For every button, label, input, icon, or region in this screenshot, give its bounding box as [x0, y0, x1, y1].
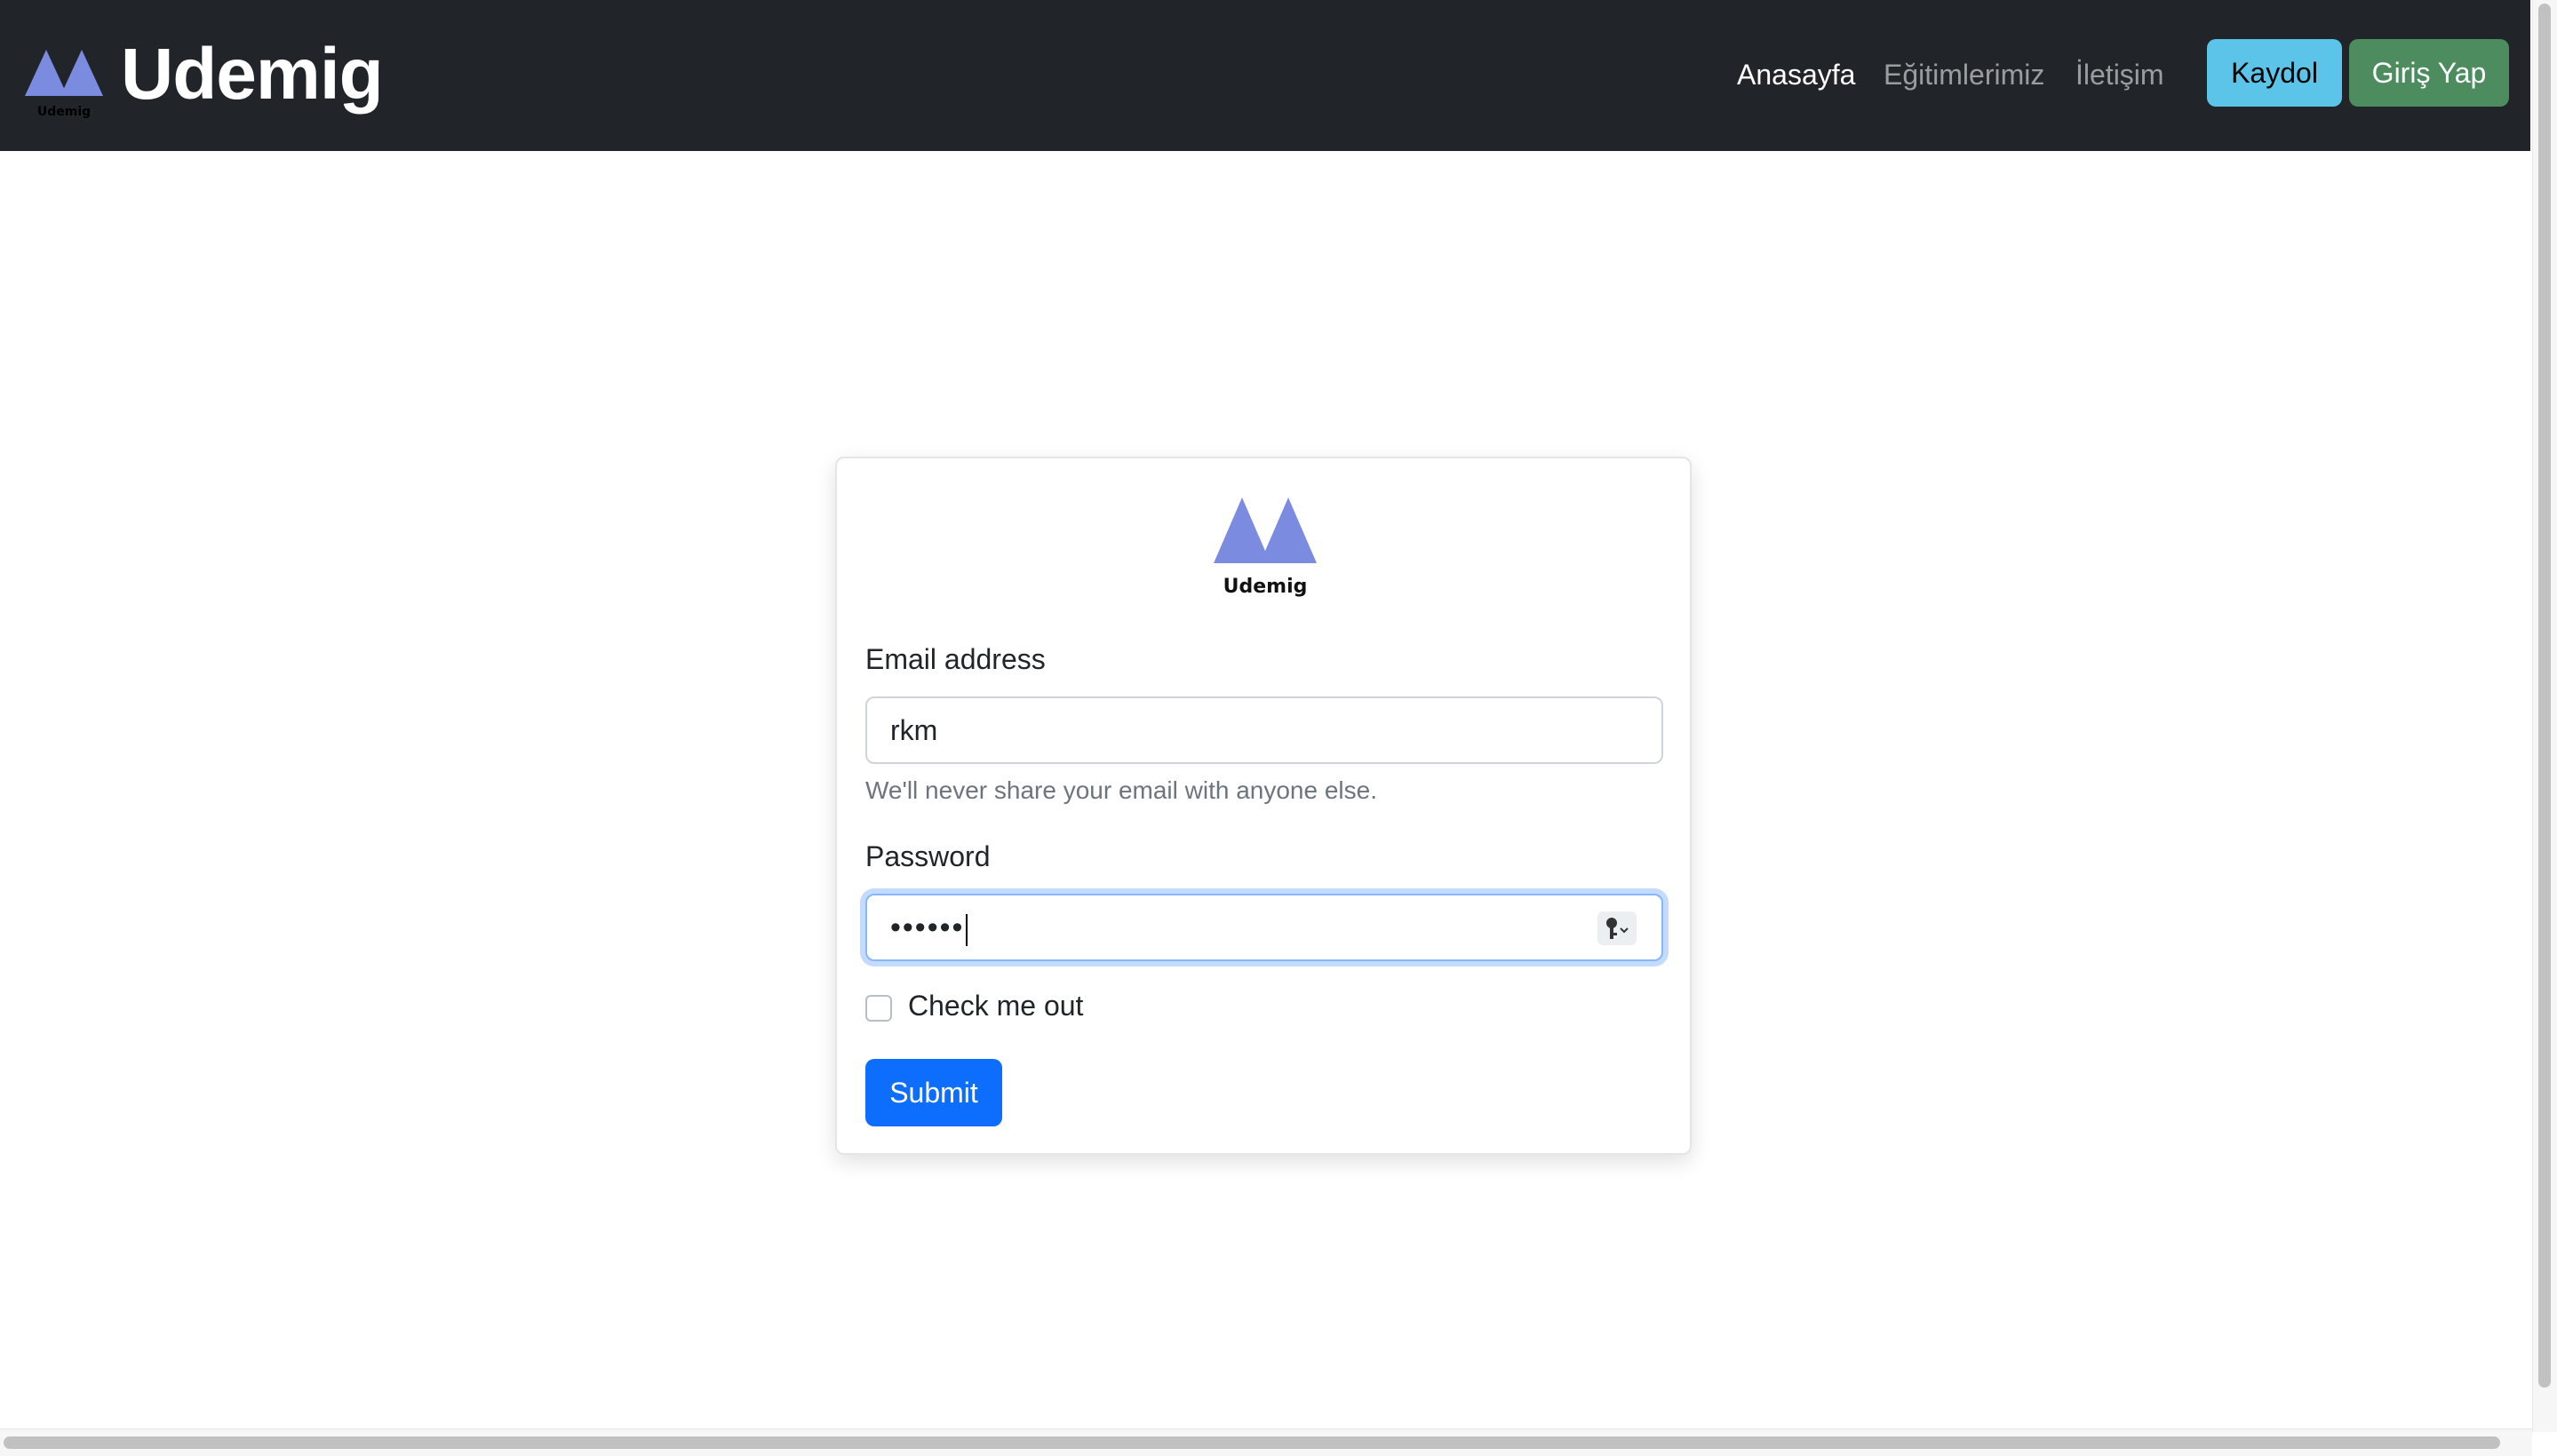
brand-name[interactable]: Udemig	[121, 30, 384, 119]
email-label: Email address	[865, 643, 1046, 675]
brand-logo-caption: Udemig	[36, 105, 92, 119]
top-navbar: Udemig Udemig Anasayfa Eğitimlerimiz İle…	[0, 0, 2530, 151]
horizontal-scrollbar[interactable]	[0, 1428, 2532, 1456]
card-logo	[1214, 494, 1317, 565]
check-me-out-label[interactable]: Check me out	[908, 990, 1083, 1022]
nav-link-egitimlerimiz[interactable]: Eğitimlerimiz	[1884, 53, 2044, 96]
login-button[interactable]: Giriş Yap	[2349, 39, 2509, 107]
login-card: Udemig Email address rkm We'll never sha…	[835, 457, 1692, 1155]
logo-mountains-icon	[25, 50, 103, 96]
horizontal-scrollbar-thumb[interactable]	[4, 1436, 2500, 1449]
email-input[interactable]: rkm	[865, 696, 1663, 764]
register-button[interactable]: Kaydol	[2207, 39, 2342, 107]
email-help-text: We'll never share your email with anyone…	[865, 776, 1377, 804]
logo-mountains-icon	[1214, 497, 1317, 563]
card-logo-caption: Udemig	[1223, 576, 1308, 598]
text-caret	[966, 913, 968, 946]
key-icon	[1606, 918, 1629, 939]
submit-button[interactable]: Submit	[865, 1059, 1002, 1126]
password-value: ••••••	[890, 911, 965, 944]
vertical-scrollbar[interactable]	[2532, 0, 2557, 1432]
check-me-out-checkbox[interactable]	[865, 995, 892, 1022]
nav-link-anasayfa[interactable]: Anasayfa	[1737, 53, 1855, 96]
nav-link-iletisim[interactable]: İletişim	[2075, 53, 2164, 96]
password-manager-key-icon[interactable]	[1597, 911, 1637, 945]
brand-logo[interactable]: Udemig	[25, 43, 103, 123]
vertical-scrollbar-thumb[interactable]	[2538, 4, 2551, 1388]
password-input[interactable]: ••••••	[865, 894, 1663, 961]
password-label: Password	[865, 840, 991, 872]
